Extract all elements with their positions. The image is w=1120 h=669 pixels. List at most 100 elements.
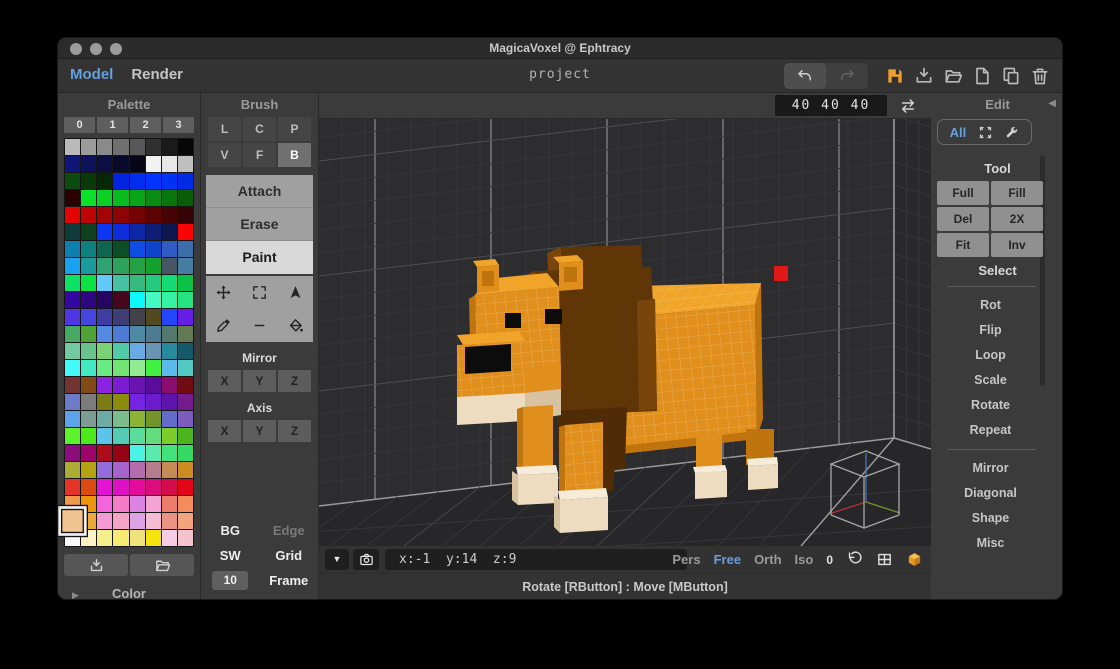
palette-swatch[interactable] xyxy=(130,258,145,274)
tab-render[interactable]: Render xyxy=(131,66,183,83)
palette-swatch[interactable] xyxy=(81,462,96,478)
palette-tab-0[interactable]: 0 xyxy=(64,117,95,133)
rotation-step-value[interactable]: 0 xyxy=(826,553,833,567)
palette-swatch[interactable] xyxy=(97,343,112,359)
palette-swatch[interactable] xyxy=(130,292,145,308)
palette-swatch[interactable] xyxy=(146,462,161,478)
palette-swatch[interactable] xyxy=(97,411,112,427)
palette-swatch[interactable] xyxy=(146,241,161,257)
palette-swatch[interactable] xyxy=(178,428,193,444)
palette-swatch[interactable] xyxy=(97,275,112,291)
edit-section-rot[interactable]: Rot xyxy=(931,293,1050,318)
palette-swatch[interactable] xyxy=(130,445,145,461)
palette-swatch[interactable] xyxy=(130,173,145,189)
palette-swatch[interactable] xyxy=(162,513,177,529)
edit-tool-inv[interactable]: Inv xyxy=(991,233,1043,257)
palette-swatch[interactable] xyxy=(113,241,128,257)
palette-swatch[interactable] xyxy=(113,173,128,189)
display-toggle-bg[interactable]: BG xyxy=(201,523,260,538)
palette-swatch[interactable] xyxy=(146,513,161,529)
palette-swatch[interactable] xyxy=(130,360,145,376)
palette-swatch[interactable] xyxy=(65,139,80,155)
palette-swatch[interactable] xyxy=(113,496,128,512)
palette-swatch[interactable] xyxy=(146,530,161,546)
palette-swatch[interactable] xyxy=(162,224,177,240)
palette-swatch[interactable] xyxy=(97,258,112,274)
palette-swatch[interactable] xyxy=(162,530,177,546)
palette-swatch[interactable] xyxy=(146,292,161,308)
palette-swatch[interactable] xyxy=(81,479,96,495)
edit-section-misc[interactable]: Misc xyxy=(931,531,1050,556)
display-toggle-sw[interactable]: SW xyxy=(201,548,260,563)
palette-swatch[interactable] xyxy=(113,462,128,478)
bucket-tool-button[interactable] xyxy=(277,309,313,342)
palette-swatch[interactable] xyxy=(162,190,177,206)
palette-swatch[interactable] xyxy=(81,326,96,342)
edit-tool-fit[interactable]: Fit xyxy=(937,233,989,257)
palette-swatch[interactable] xyxy=(130,377,145,393)
palette-swatch[interactable] xyxy=(81,156,96,172)
palette-swatch[interactable] xyxy=(113,445,128,461)
palette-swatch[interactable] xyxy=(97,207,112,223)
palette-swatch[interactable] xyxy=(113,360,128,376)
palette-swatch[interactable] xyxy=(130,530,145,546)
palette-swatch[interactable] xyxy=(97,190,112,206)
palette-swatch[interactable] xyxy=(178,496,193,512)
palette-swatch[interactable] xyxy=(65,360,80,376)
palette-swatch[interactable] xyxy=(146,309,161,325)
copy-button[interactable] xyxy=(1001,66,1021,86)
wrench-icon[interactable] xyxy=(1004,125,1019,140)
palette-swatch[interactable] xyxy=(97,496,112,512)
palette-swatch[interactable] xyxy=(162,292,177,308)
palette-swatch[interactable] xyxy=(97,513,112,529)
palette-swatch[interactable] xyxy=(162,394,177,410)
palette-swatch[interactable] xyxy=(65,207,80,223)
palette-swatch[interactable] xyxy=(113,139,128,155)
redo-button[interactable] xyxy=(826,63,868,89)
axis-y-button[interactable]: Y xyxy=(243,420,276,442)
palette-swatch[interactable] xyxy=(113,513,128,529)
palette-swatch[interactable] xyxy=(146,394,161,410)
palette-swatch[interactable] xyxy=(130,479,145,495)
screenshot-button[interactable] xyxy=(353,549,379,570)
palette-swatch[interactable] xyxy=(81,394,96,410)
palette-swatch[interactable] xyxy=(162,173,177,189)
palette-swatch[interactable] xyxy=(146,445,161,461)
new-file-button[interactable] xyxy=(972,66,992,86)
palette-swatch[interactable] xyxy=(162,462,177,478)
palette-swatch[interactable] xyxy=(97,462,112,478)
palette-swatch[interactable] xyxy=(162,156,177,172)
palette-swatch[interactable] xyxy=(65,428,80,444)
edit-section-rotate[interactable]: Rotate xyxy=(931,393,1050,418)
palette-swatch[interactable] xyxy=(162,343,177,359)
palette-swatch[interactable] xyxy=(146,156,161,172)
palette-swatch[interactable] xyxy=(81,275,96,291)
palette-swatch[interactable] xyxy=(113,394,128,410)
palette-swatch[interactable] xyxy=(113,207,128,223)
palette-swatch[interactable] xyxy=(178,513,193,529)
palette-swatch[interactable] xyxy=(130,190,145,206)
display-toggle-grid[interactable]: Grid xyxy=(260,548,319,563)
palette-swatch[interactable] xyxy=(113,156,128,172)
brush-mode-attach[interactable]: Attach xyxy=(206,175,313,208)
palette-tab-2[interactable]: 2 xyxy=(130,117,161,133)
brush-shape-p[interactable]: P xyxy=(278,117,311,141)
palette-swatch[interactable] xyxy=(81,445,96,461)
palette-swatch[interactable] xyxy=(97,394,112,410)
mirror-y-button[interactable]: Y xyxy=(243,370,276,392)
palette-swatch[interactable] xyxy=(178,275,193,291)
palette-swatch[interactable] xyxy=(162,360,177,376)
palette-swatch[interactable] xyxy=(65,258,80,274)
edit-section-diagonal[interactable]: Diagonal xyxy=(931,481,1050,506)
palette-swatch[interactable] xyxy=(178,139,193,155)
palette-swatch[interactable] xyxy=(97,445,112,461)
palette-swatch[interactable] xyxy=(178,224,193,240)
edit-section-repeat[interactable]: Repeat xyxy=(931,418,1050,443)
palette-swatch[interactable] xyxy=(178,411,193,427)
rotate-ccw-icon[interactable] xyxy=(846,551,863,568)
camera-mode-free[interactable]: Free xyxy=(714,552,741,567)
palette-swatch[interactable] xyxy=(146,479,161,495)
palette-tab-3[interactable]: 3 xyxy=(163,117,194,133)
open-button[interactable] xyxy=(943,66,963,86)
camera-mode-pers[interactable]: Pers xyxy=(672,552,700,567)
